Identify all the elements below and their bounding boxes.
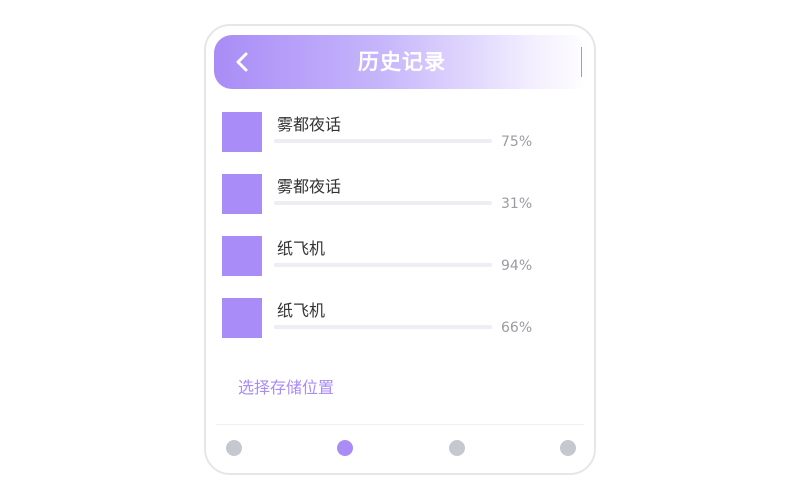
progress-fill bbox=[274, 263, 479, 267]
history-item[interactable]: 纸飞机 94% bbox=[222, 236, 562, 298]
progress-fill bbox=[274, 201, 342, 205]
item-title: 雾都夜话 bbox=[277, 115, 342, 134]
progress-bar bbox=[274, 263, 492, 267]
item-title: 纸飞机 bbox=[277, 301, 326, 320]
progress-percent: 66% bbox=[501, 320, 533, 336]
page-indicator bbox=[206, 438, 594, 458]
item-title: 雾都夜话 bbox=[277, 177, 342, 196]
choose-storage-link[interactable]: 选择存储位置 bbox=[238, 374, 334, 398]
cover-thumbnail bbox=[222, 174, 262, 214]
header-bar: 历史记录 bbox=[214, 35, 590, 89]
progress-percent: 94% bbox=[501, 258, 533, 274]
page-title: 历史记录 bbox=[358, 50, 446, 74]
progress-bar bbox=[274, 201, 492, 205]
item-title: 纸飞机 bbox=[277, 239, 326, 258]
divider bbox=[216, 424, 584, 425]
page-dot[interactable] bbox=[560, 440, 576, 456]
progress-bar bbox=[274, 325, 492, 329]
phone-frame: 历史记录 雾都夜话 75% 雾都夜话 31% 纸飞机 94% 纸飞机 66% 选… bbox=[204, 24, 596, 475]
cover-thumbnail bbox=[222, 298, 262, 338]
page-dot[interactable] bbox=[449, 440, 465, 456]
history-item[interactable]: 纸飞机 66% bbox=[222, 298, 562, 360]
history-item[interactable]: 雾都夜话 31% bbox=[222, 174, 562, 236]
page-dot[interactable] bbox=[226, 440, 242, 456]
history-item[interactable]: 雾都夜话 75% bbox=[222, 112, 562, 174]
cover-thumbnail bbox=[222, 112, 262, 152]
progress-fill bbox=[274, 325, 418, 329]
header-divider bbox=[581, 47, 582, 77]
history-list: 雾都夜话 75% 雾都夜话 31% 纸飞机 94% 纸飞机 66% bbox=[222, 112, 562, 360]
cover-thumbnail bbox=[222, 236, 262, 276]
progress-bar bbox=[274, 139, 492, 143]
progress-fill bbox=[274, 139, 438, 143]
progress-percent: 31% bbox=[501, 196, 533, 212]
page-dot[interactable] bbox=[337, 440, 353, 456]
progress-percent: 75% bbox=[501, 134, 533, 150]
